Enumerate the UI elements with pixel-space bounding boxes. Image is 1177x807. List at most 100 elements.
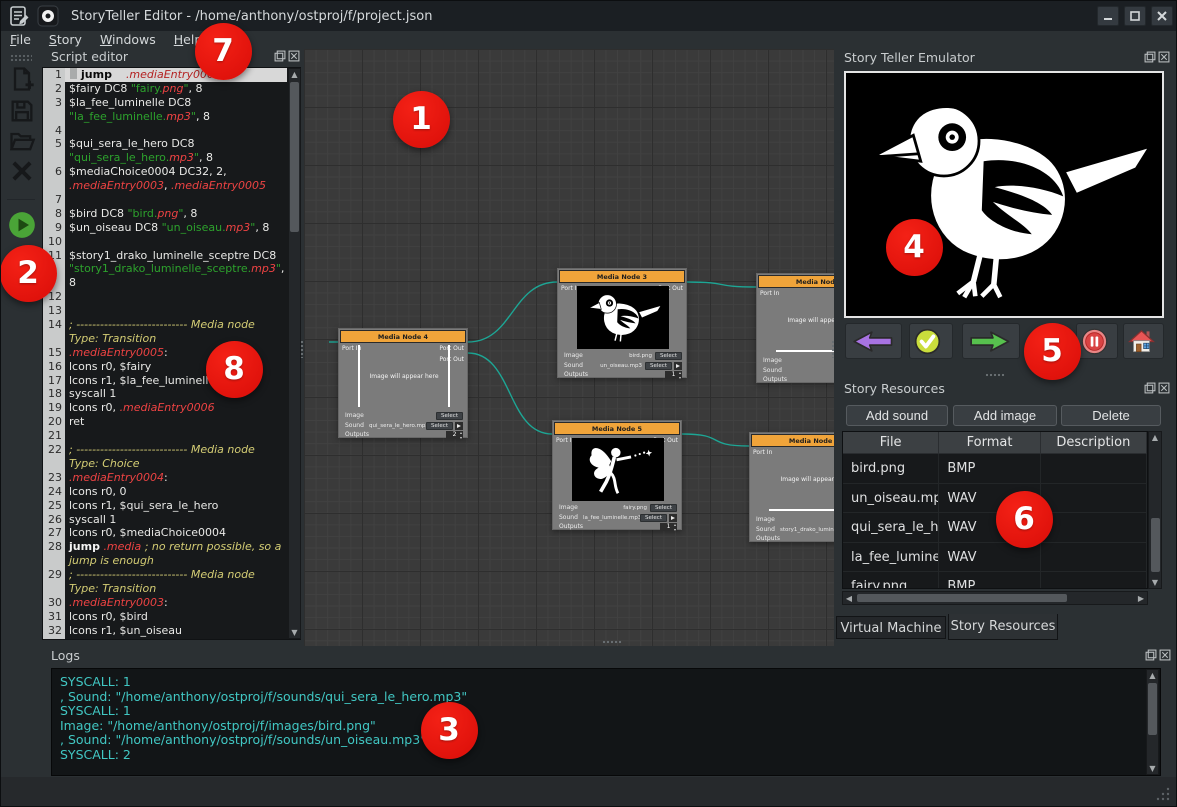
code-line[interactable]: .mediaEntry0003, .mediaEntry0005: [65, 179, 287, 193]
media-node[interactable]: Media Node 1Port InPort OutImage will ap…: [756, 273, 834, 383]
code-line[interactable]: Type: Choice: [65, 457, 287, 471]
splitter-bottom[interactable]: [602, 640, 622, 644]
float-panel-icon[interactable]: [1145, 649, 1157, 661]
code-line[interactable]: $la_fee_luminelle DC8: [65, 96, 287, 110]
table-row[interactable]: qui_sera_le_h…WAV: [843, 513, 1147, 543]
splitter-left[interactable]: [300, 340, 304, 358]
code-line[interactable]: ; ---------------------------- Media nod…: [65, 568, 287, 582]
code-line[interactable]: .mediaEntry0004:: [65, 471, 287, 485]
code-line[interactable]: $story1_drako_luminelle_sceptre DC8: [65, 249, 287, 263]
select-button[interactable]: Select: [426, 422, 453, 430]
resources-table-hscrollbar[interactable]: ◀ ▶: [842, 591, 1148, 605]
add-sound-button[interactable]: Add sound: [846, 405, 948, 426]
column-header-file[interactable]: File: [843, 432, 939, 454]
logs-output[interactable]: SYSCALL: 1, Sound: "/home/anthony/ostpro…: [51, 668, 1161, 776]
code-line[interactable]: "la_fee_luminelle.mp3", 8: [65, 110, 287, 124]
scrollbar-thumb[interactable]: [857, 594, 1067, 602]
media-node[interactable]: Media Node 6Port InPort OutImage will ap…: [749, 432, 834, 542]
code-line[interactable]: "qui_sera_le_hero.mp3", 8: [65, 151, 287, 165]
code-line[interactable]: lcons r0, 0: [65, 485, 287, 499]
previous-button[interactable]: [845, 323, 902, 359]
code-line[interactable]: lcons r1, $qui_sera_le_hero: [65, 499, 287, 513]
next-button[interactable]: [962, 323, 1020, 359]
menu-item-file[interactable]: File: [1, 31, 40, 49]
close-panel-icon[interactable]: [288, 50, 300, 62]
code-line[interactable]: Type: Transition: [65, 582, 287, 596]
resize-grip-icon[interactable]: [1156, 787, 1170, 801]
new-document-button[interactable]: [7, 65, 37, 95]
code-line[interactable]: [65, 290, 287, 304]
tab-virtual-machine[interactable]: Virtual Machine: [836, 616, 946, 639]
scrollbar-thumb[interactable]: [1151, 518, 1160, 572]
scroll-up-icon[interactable]: ▲: [1147, 670, 1158, 681]
select-button[interactable]: Select: [650, 504, 677, 512]
node-canvas[interactable]: Media Node 4Port InPort OutPort OutImage…: [304, 49, 834, 646]
code-line[interactable]: lcons r1, $un_oiseau: [65, 624, 287, 638]
speaker-icon[interactable]: [669, 514, 677, 522]
code-line[interactable]: $bird DC8 "bird.png", 8: [65, 207, 287, 221]
float-panel-icon[interactable]: [274, 50, 286, 62]
code-line[interactable]: ; ---------------------------- Media nod…: [65, 318, 287, 332]
open-folder-button[interactable]: [7, 127, 37, 157]
table-row[interactable]: un_oiseau.mp3WAV: [843, 484, 1147, 514]
home-button[interactable]: [1123, 323, 1164, 359]
save-button[interactable]: [7, 97, 37, 127]
code-line[interactable]: jump .mediaEntry0004: [65, 68, 287, 82]
tab-story-resources[interactable]: Story Resources: [948, 614, 1058, 640]
column-header-format[interactable]: Format: [939, 432, 1040, 454]
media-node[interactable]: Media Node 3Port InPort OutImagebird.png…: [557, 268, 687, 378]
code-line[interactable]: jump is enough: [65, 554, 287, 568]
scroll-up-icon[interactable]: ▲: [289, 69, 300, 80]
scroll-down-icon[interactable]: ▼: [1147, 763, 1158, 774]
float-panel-icon[interactable]: [1144, 51, 1156, 63]
code-line[interactable]: $un_oiseau DC8 "un_oiseau.mp3", 8: [65, 221, 287, 235]
code-line[interactable]: [65, 124, 287, 138]
run-button[interactable]: [7, 211, 37, 241]
logs-scrollbar[interactable]: ▲ ▼: [1146, 669, 1159, 775]
code-line[interactable]: [65, 429, 287, 443]
table-row[interactable]: bird.pngBMP: [843, 454, 1147, 484]
table-row[interactable]: la_fee_lumine…WAV: [843, 543, 1147, 573]
pause-button[interactable]: [1076, 323, 1118, 359]
ok-button[interactable]: [909, 323, 953, 359]
media-node[interactable]: Media Node 5Port InPort OutImagefairy.pn…: [552, 420, 682, 530]
scroll-right-icon[interactable]: ▶: [1135, 592, 1147, 604]
close-button[interactable]: [1151, 6, 1173, 26]
close-panel-icon[interactable]: [1159, 649, 1171, 661]
select-button[interactable]: Select: [645, 362, 672, 370]
scroll-up-icon[interactable]: ▲: [1149, 432, 1161, 443]
outputs-spinner[interactable]: 1: [665, 371, 682, 379]
outputs-spinner[interactable]: 1: [660, 523, 677, 531]
select-button[interactable]: Select: [436, 412, 463, 420]
splitter-right[interactable]: [831, 340, 835, 358]
delete-button[interactable]: Delete: [1061, 405, 1161, 426]
code-line[interactable]: jump .media ; no return possible, so a: [65, 540, 287, 554]
scrollbar-thumb[interactable]: [290, 82, 299, 232]
emulator-grip[interactable]: [985, 373, 1005, 377]
close-panel-icon[interactable]: [1158, 382, 1170, 394]
scroll-down-icon[interactable]: ▼: [1149, 577, 1161, 588]
add-image-button[interactable]: Add image: [953, 405, 1057, 426]
speaker-icon[interactable]: [455, 422, 463, 430]
titlebar[interactable]: StoryTeller Editor - /home/anthony/ostpr…: [1, 1, 1177, 31]
column-header-description[interactable]: Description: [1041, 432, 1147, 454]
close-panel-icon[interactable]: [1158, 51, 1170, 63]
code-line[interactable]: syscall 1: [65, 513, 287, 527]
code-line[interactable]: Type: Transition: [65, 332, 287, 346]
code-line[interactable]: lcons r0, $mediaChoice0004: [65, 526, 287, 540]
close-project-button[interactable]: [7, 157, 37, 187]
menu-item-windows[interactable]: Windows: [91, 31, 165, 49]
outputs-spinner[interactable]: 2: [446, 431, 463, 439]
code-line[interactable]: "story1_drako_luminelle_sceptre.mp3",: [65, 262, 287, 276]
toolbar-grip[interactable]: [10, 54, 32, 61]
select-button[interactable]: Select: [640, 514, 667, 522]
maximize-button[interactable]: [1124, 6, 1146, 26]
code-line[interactable]: [65, 304, 287, 318]
code-line[interactable]: [65, 193, 287, 207]
resources-table[interactable]: FileFormatDescriptionbird.pngBMPun_oisea…: [842, 431, 1148, 589]
code-line[interactable]: 8: [65, 276, 287, 290]
speaker-icon[interactable]: [674, 362, 682, 370]
script-editor[interactable]: 1234567891011121314151617181920212223242…: [42, 67, 301, 640]
float-panel-icon[interactable]: [1144, 382, 1156, 394]
code-line[interactable]: $fairy DC8 "fairy.png", 8: [65, 82, 287, 96]
